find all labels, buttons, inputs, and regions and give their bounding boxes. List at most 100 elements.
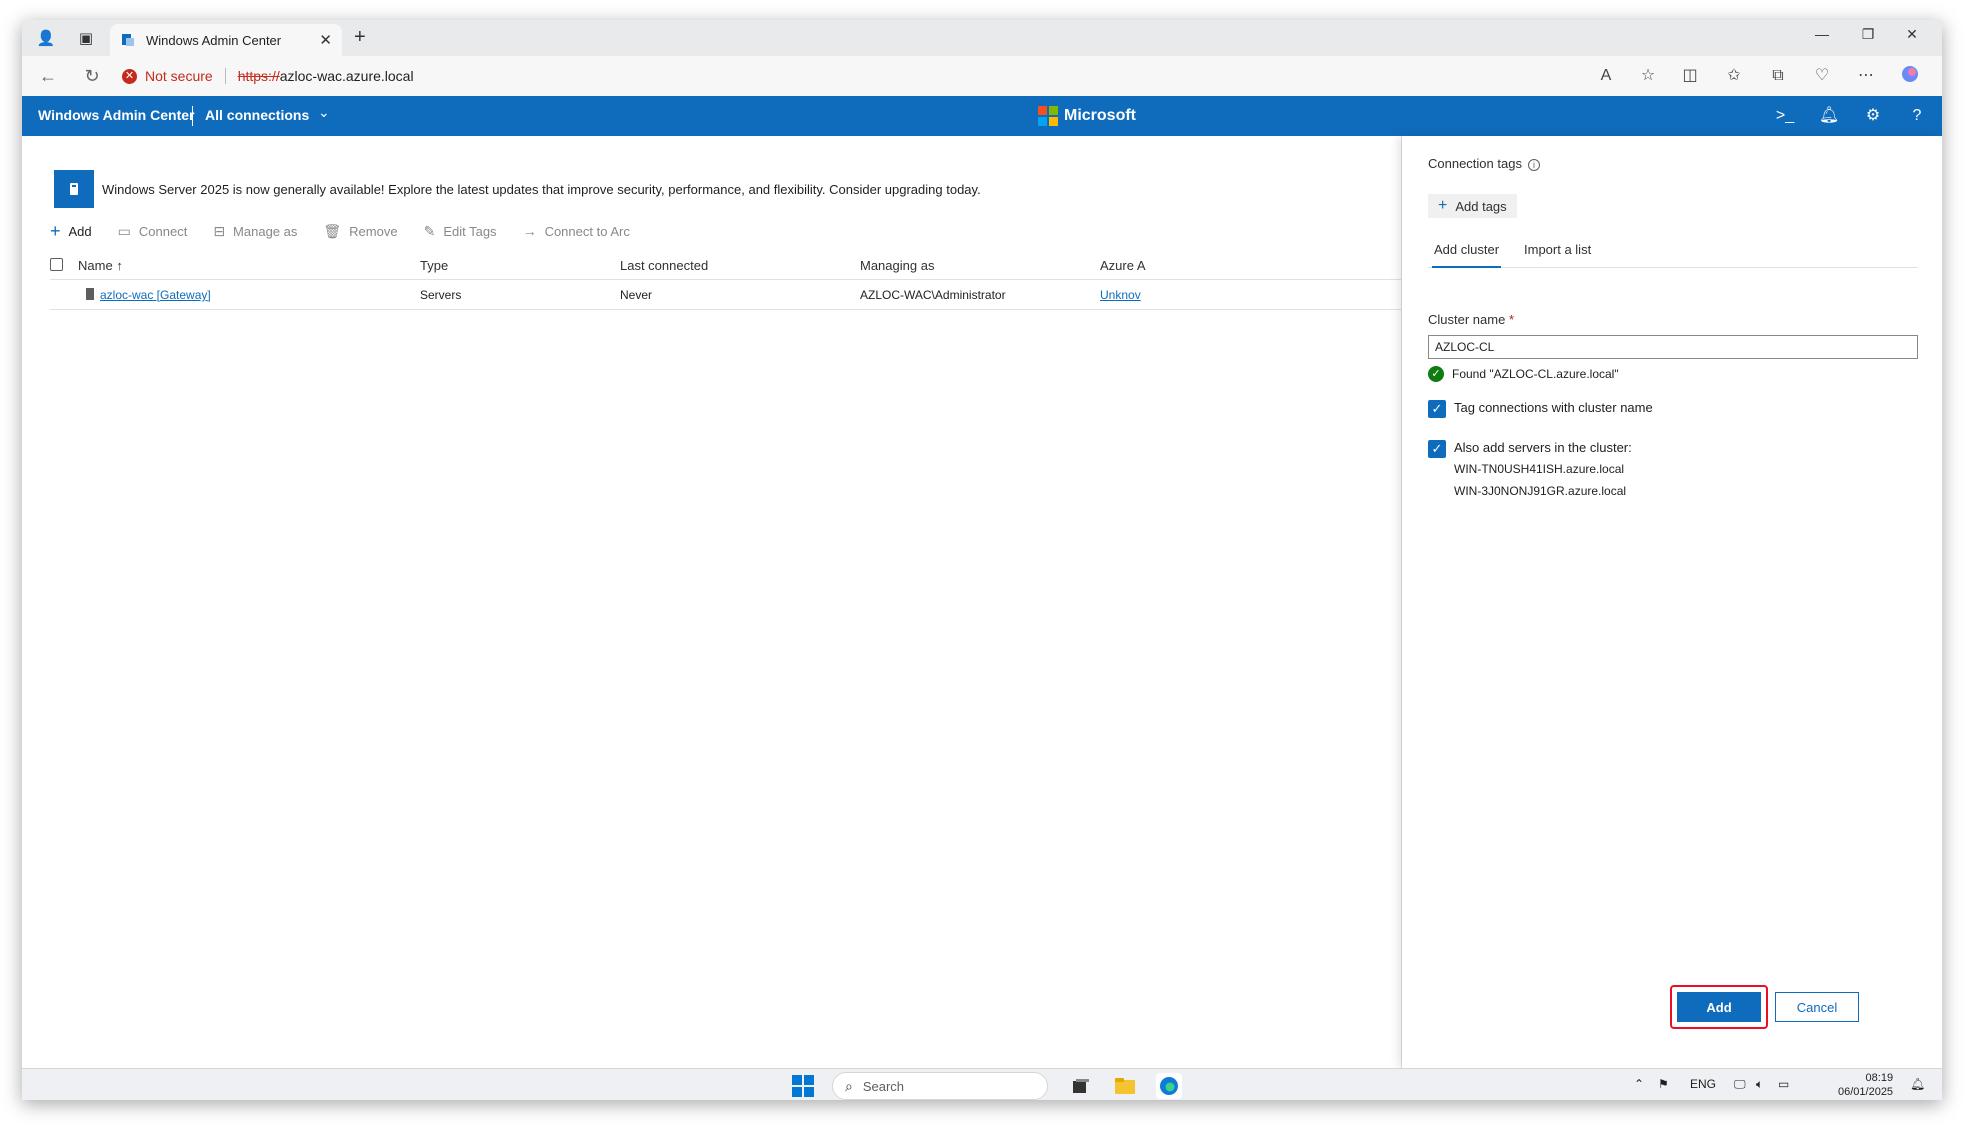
server-icon <box>86 288 94 300</box>
column-name[interactable]: Name ↑ <box>78 258 123 273</box>
volume-icon[interactable]: 🔈︎ <box>1756 1077 1763 1092</box>
connect-button[interactable]: ▭ Connect <box>118 223 188 240</box>
connection-link[interactable]: azloc-wac [Gateway] <box>100 288 211 302</box>
battery-icon[interactable]: ▭ <box>1778 1077 1789 1091</box>
select-all-checkbox[interactable] <box>50 258 63 271</box>
add-label: Add <box>68 223 92 239</box>
also-add-servers-checkbox-row[interactable]: ✓ Also add servers in the cluster: <box>1428 440 1632 458</box>
cluster-found-message: ✓ Found "AZLOC-CL.azure.local" <box>1428 366 1619 382</box>
close-tab-icon[interactable]: ✕ <box>319 31 332 49</box>
minimize-icon[interactable]: — <box>1802 26 1842 42</box>
add-tags-button[interactable]: + Add tags <box>1428 194 1517 218</box>
tray-app-icon[interactable]: ⚑ <box>1658 1077 1669 1091</box>
connection-tags-label: Connection tags i <box>1428 156 1540 171</box>
connections-grid-header: Name ↑ Type Last connected Managing as A… <box>50 250 1410 280</box>
table-row[interactable]: azloc-wac [Gateway] Servers Never AZLOC-… <box>50 280 1410 310</box>
cancel-button[interactable]: Cancel <box>1775 992 1859 1022</box>
managing-as-cell: AZLOC-WAC\Administrator <box>860 288 1006 302</box>
connections-menu[interactable]: All connections <box>205 107 309 123</box>
taskbar-clock[interactable]: 08:19 06/01/2025 <box>1838 1071 1893 1099</box>
cluster-name-input[interactable] <box>1428 335 1918 359</box>
sort-ascending-icon: ↑ <box>116 258 123 273</box>
plus-icon: + <box>50 220 61 241</box>
edit-tags-button[interactable]: ✎ Edit Tags <box>424 223 497 240</box>
split-screen-icon[interactable]: ◫ <box>1678 64 1702 88</box>
column-type[interactable]: Type <box>420 258 448 273</box>
tab-actions-icon[interactable]: ▣ <box>74 26 98 50</box>
browser-tab[interactable]: Windows Admin Center ✕ <box>110 24 342 56</box>
edit-tags-label: Edit Tags <box>443 223 497 239</box>
tag-connections-checkbox-row[interactable]: ✓ Tag connections with cluster name <box>1428 400 1653 418</box>
back-icon[interactable]: ← <box>36 64 60 88</box>
info-icon[interactable]: i <box>1527 159 1540 171</box>
powershell-icon[interactable]: >_ <box>1774 105 1796 127</box>
azure-cell[interactable]: Unknov <box>1100 288 1141 302</box>
taskbar-search[interactable]: ⌕ Search <box>832 1072 1048 1100</box>
search-icon: ⌕ <box>845 1077 853 1094</box>
also-add-servers-checkbox[interactable]: ✓ <box>1428 440 1446 458</box>
also-add-servers-label: Also add servers in the cluster: <box>1454 440 1632 455</box>
column-azure[interactable]: Azure A <box>1100 258 1146 273</box>
wac-header: Windows Admin Center All connections ⌄ M… <box>22 96 1942 136</box>
copilot-icon[interactable] <box>1898 64 1922 88</box>
profile-icon[interactable]: 👤 <box>34 26 58 50</box>
file-explorer-icon[interactable] <box>1112 1073 1138 1099</box>
task-view-icon[interactable] <box>1068 1073 1094 1099</box>
show-hidden-icons-icon[interactable]: ⌃ <box>1634 1077 1644 1091</box>
close-window-icon[interactable]: ✕ <box>1892 26 1932 43</box>
tab-import-list[interactable]: Import a list <box>1524 242 1591 257</box>
address-bar: ← ↻ ✕ Not secure https:// azloc-wac.azur… <box>22 56 1942 96</box>
connection-name-cell[interactable]: azloc-wac [Gateway] <box>86 288 211 302</box>
browser-essentials-icon[interactable]: ♡ <box>1810 64 1834 88</box>
wac-favicon-icon <box>120 32 136 48</box>
network-icon[interactable]: 🖵︎ <box>1734 1077 1746 1092</box>
clock-date: 06/01/2025 <box>1838 1086 1894 1098</box>
last-connected-cell: Never <box>620 288 653 302</box>
connect-to-arc-button[interactable]: → Connect to Arc <box>523 223 630 239</box>
language-indicator[interactable]: ENG <box>1690 1077 1716 1091</box>
add-connection-button[interactable]: + Add <box>50 221 92 242</box>
column-last-connected[interactable]: Last connected <box>620 258 708 273</box>
notifications-bell-icon[interactable]: 🔔︎ <box>1818 105 1840 127</box>
plus-icon: + <box>1438 197 1448 214</box>
search-placeholder: Search <box>862 1078 905 1094</box>
tab-bar: 👤 ▣ Windows Admin Center ✕ + — ❐ ✕ <box>22 20 1942 56</box>
manage-as-button[interactable]: ⊟ Manage as <box>213 223 297 240</box>
microsoft-squares-icon <box>1038 106 1058 126</box>
cluster-servers-list: WIN-TN0USH41ISH.azure.local WIN-3J0NONJ9… <box>1454 458 1626 502</box>
favorite-star-icon[interactable]: ☆ <box>1636 64 1660 88</box>
connect-label: Connect <box>138 223 188 239</box>
collections-icon[interactable]: ⧉ <box>1766 64 1790 88</box>
not-secure-icon: ✕ <box>122 68 137 84</box>
arrow-right-icon: → <box>522 223 537 239</box>
announcement-banner: Windows Server 2025 is now generally ava… <box>54 170 1454 208</box>
header-divider <box>192 106 193 126</box>
tag-connections-checkbox[interactable]: ✓ <box>1428 400 1446 418</box>
more-icon[interactable]: ⋯ <box>1854 64 1878 88</box>
refresh-icon[interactable]: ↻ <box>80 64 104 88</box>
security-indicator[interactable]: ✕ Not secure <box>122 68 226 84</box>
settings-gear-icon[interactable]: ⚙ <box>1862 105 1884 127</box>
remove-label: Remove <box>349 223 398 239</box>
add-cluster-panel: Connection tags i + Add tags Add cluster … <box>1402 136 1942 1068</box>
new-tab-icon[interactable]: + <box>354 26 366 49</box>
favorites-icon[interactable]: ✩ <box>1722 64 1746 88</box>
url-scheme: https:// <box>237 68 280 84</box>
add-button[interactable]: Add <box>1677 992 1761 1022</box>
url-field[interactable]: ✕ Not secure https:// azloc-wac.azure.lo… <box>122 61 1622 91</box>
restore-icon[interactable]: ❐ <box>1848 26 1888 43</box>
check-circle-icon: ✓ <box>1428 366 1444 382</box>
app-brand[interactable]: Windows Admin Center <box>38 107 194 123</box>
help-icon[interactable]: ? <box>1906 105 1928 127</box>
connect-icon: ▭ <box>117 222 131 239</box>
windows-start-icon[interactable] <box>792 1075 814 1097</box>
notification-center-icon[interactable]: 🔔︎ <box>1910 1077 1925 1091</box>
microsoft-logo-text: Microsoft <box>1064 107 1136 124</box>
chevron-down-icon[interactable]: ⌄ <box>318 104 330 121</box>
pencil-icon: ✎ <box>423 222 436 239</box>
tab-add-cluster[interactable]: Add cluster <box>1431 242 1502 268</box>
edge-browser-icon[interactable] <box>1156 1073 1182 1099</box>
read-aloud-icon[interactable]: A <box>1594 64 1618 88</box>
remove-button[interactable]: 🗑︎ Remove <box>323 223 397 240</box>
column-managing-as[interactable]: Managing as <box>860 258 934 273</box>
